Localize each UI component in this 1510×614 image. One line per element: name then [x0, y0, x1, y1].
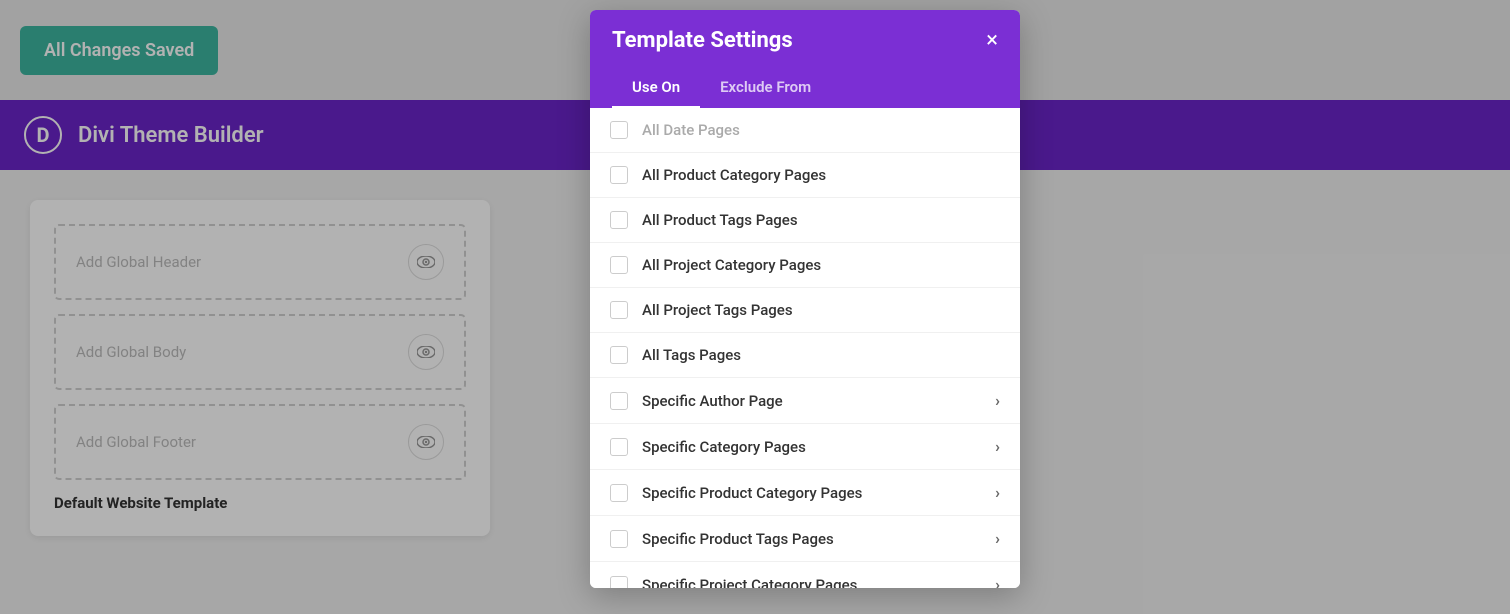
global-header-label: Add Global Header — [76, 253, 201, 271]
list-item[interactable]: All Project Tags Pages — [590, 288, 1020, 333]
modal-header: Template Settings × Use On Exclude From — [590, 10, 1020, 108]
item-label: Specific Category Pages — [642, 438, 981, 456]
saved-badge: All Changes Saved — [20, 26, 218, 75]
list-item[interactable]: Specific Author Page › — [590, 378, 1020, 424]
list-item[interactable]: All Project Category Pages — [590, 243, 1020, 288]
modal-list: All Date Pages All Product Category Page… — [590, 108, 1020, 588]
list-item[interactable]: All Tags Pages — [590, 333, 1020, 378]
list-item[interactable]: Specific Product Tags Pages › — [590, 516, 1020, 562]
list-item[interactable]: All Product Tags Pages — [590, 198, 1020, 243]
item-checkbox[interactable] — [610, 301, 628, 319]
item-checkbox[interactable] — [610, 392, 628, 410]
global-header-eye-button[interactable] — [408, 244, 444, 280]
item-checkbox[interactable] — [610, 484, 628, 502]
global-body-eye-button[interactable] — [408, 334, 444, 370]
item-checkbox[interactable] — [610, 576, 628, 589]
item-checkbox[interactable] — [610, 211, 628, 229]
modal-title: Template Settings — [612, 28, 793, 53]
global-body-label: Add Global Body — [76, 343, 186, 361]
global-footer-label: Add Global Footer — [76, 433, 196, 451]
item-checkbox[interactable] — [610, 438, 628, 456]
modal-tabs: Use On Exclude From — [612, 67, 998, 108]
item-label: Specific Product Category Pages — [642, 484, 981, 502]
modal-title-row: Template Settings × — [612, 28, 998, 53]
item-checkbox[interactable] — [610, 346, 628, 364]
global-footer-eye-button[interactable] — [408, 424, 444, 460]
chevron-right-icon: › — [995, 437, 1000, 456]
global-header-slot: Add Global Header — [54, 224, 466, 300]
divi-logo-icon: D — [24, 116, 62, 154]
item-label: All Project Tags Pages — [642, 301, 1000, 319]
tab-use-on[interactable]: Use On — [612, 68, 700, 109]
chevron-right-icon: › — [995, 575, 1000, 588]
item-label: All Product Tags Pages — [642, 211, 1000, 229]
item-label: All Project Category Pages — [642, 256, 1000, 274]
chevron-right-icon: › — [995, 529, 1000, 548]
list-item[interactable]: Specific Category Pages › — [590, 424, 1020, 470]
item-label: Specific Author Page — [642, 392, 981, 410]
item-label: All Product Category Pages — [642, 166, 1000, 184]
item-checkbox[interactable] — [610, 166, 628, 184]
item-checkbox[interactable] — [610, 121, 628, 139]
list-item[interactable]: All Date Pages — [590, 108, 1020, 153]
template-settings-modal: Template Settings × Use On Exclude From … — [590, 10, 1020, 588]
chevron-right-icon: › — [995, 483, 1000, 502]
item-checkbox[interactable] — [610, 530, 628, 548]
item-label: Specific Product Tags Pages — [642, 530, 981, 548]
global-footer-slot: Add Global Footer — [54, 404, 466, 480]
list-item[interactable]: Specific Product Category Pages › — [590, 470, 1020, 516]
item-label: All Date Pages — [642, 121, 1000, 139]
template-name-label: Default Website Template — [54, 494, 466, 512]
item-label: All Tags Pages — [642, 346, 1000, 364]
chevron-right-icon: › — [995, 391, 1000, 410]
divi-title: Divi Theme Builder — [78, 123, 264, 148]
list-item[interactable]: All Product Category Pages — [590, 153, 1020, 198]
item-label: Specific Project Category Pages — [642, 576, 981, 589]
template-card: Add Global Header Add Global Body — [30, 200, 490, 536]
list-item[interactable]: Specific Project Category Pages › — [590, 562, 1020, 588]
modal-close-button[interactable]: × — [986, 30, 998, 52]
item-checkbox[interactable] — [610, 256, 628, 274]
global-body-slot: Add Global Body — [54, 314, 466, 390]
tab-exclude-from[interactable]: Exclude From — [700, 68, 831, 109]
